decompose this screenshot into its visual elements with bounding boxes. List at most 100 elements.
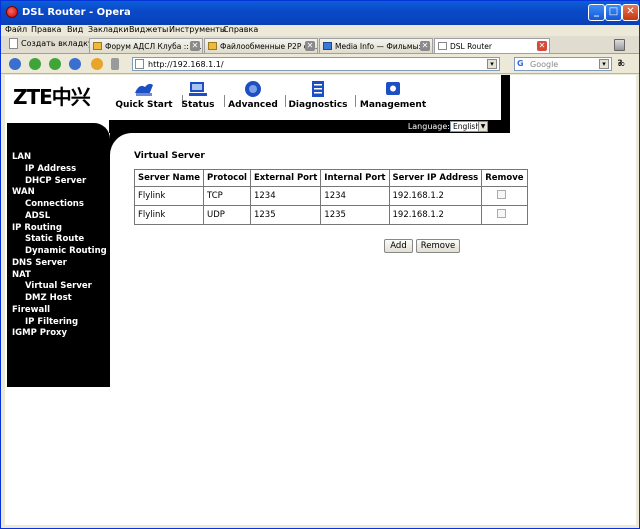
menu-item-edit[interactable]: Правка xyxy=(31,25,61,34)
close-window-button[interactable]: ✕ xyxy=(622,4,639,21)
address-field[interactable]: http://192.168.1.1/ ? ▾ xyxy=(132,57,623,71)
server-name-cell: Flylink xyxy=(133,186,205,206)
table-row: Flylink TCP 1234 1234 192.168.1.2 xyxy=(133,186,528,206)
tab-media-info[interactable]: Media Info — Фильмы: ... ✕ xyxy=(319,38,433,53)
sidebar-item-connections[interactable]: Connections xyxy=(25,199,84,209)
advanced-icon xyxy=(245,81,261,97)
opera-logo-icon xyxy=(6,6,18,18)
tab-label: DSL Router xyxy=(450,42,492,51)
internal-port-cell: 1234 xyxy=(320,186,390,206)
close-tab-icon[interactable]: ✕ xyxy=(420,41,430,51)
window-title: DSL Router - Opera xyxy=(22,7,131,18)
fast-forward-icon[interactable] xyxy=(69,58,81,70)
nav-management[interactable]: Management xyxy=(358,79,428,110)
sidebar-item-ip-filtering[interactable]: IP Filtering xyxy=(25,317,78,327)
glasses-icon[interactable]: ∞ xyxy=(617,59,625,70)
menu-item-tools[interactable]: Инструменты xyxy=(169,25,226,34)
navigation-bar: http://192.168.1.1/ ? ▾ G Google ▾ ∞ xyxy=(1,54,639,74)
menu-item-view[interactable]: Вид xyxy=(67,25,83,34)
minimize-button[interactable]: _ xyxy=(588,4,605,21)
virtual-server-table: Server Name Protocol External Port Inter… xyxy=(133,169,528,225)
address-dropdown-button[interactable]: ▾ xyxy=(487,59,497,69)
add-button[interactable]: Add xyxy=(384,239,413,253)
column-header: External Port xyxy=(249,169,322,187)
management-icon xyxy=(386,82,400,95)
nav-label: Management xyxy=(359,100,427,110)
tab-dsl-router[interactable]: DSL Router ✕ xyxy=(434,38,550,53)
column-header: Protocol xyxy=(203,169,251,187)
zte-logo: ZTE中兴 xyxy=(13,85,91,109)
close-tab-icon[interactable]: ✕ xyxy=(305,41,315,51)
sidebar-item-static-route[interactable]: Static Route xyxy=(25,234,84,244)
sidebar-item-nat[interactable]: NAT xyxy=(12,270,31,280)
sidebar-item-ip-address[interactable]: IP Address xyxy=(25,164,76,174)
menu-item-bookmarks[interactable]: Закладки xyxy=(88,25,128,34)
sidebar-item-dmz-host[interactable]: DMZ Host xyxy=(25,293,72,303)
server-ip-cell: 192.168.1.2 xyxy=(388,205,483,225)
close-tab-icon[interactable]: ✕ xyxy=(537,41,547,51)
remove-button[interactable]: Remove xyxy=(416,239,460,253)
rewind-icon[interactable] xyxy=(9,58,21,70)
site-icon xyxy=(323,42,332,50)
forward-icon[interactable] xyxy=(49,58,61,70)
nav-label: Advanced xyxy=(228,100,278,110)
remove-checkbox[interactable] xyxy=(497,209,507,218)
sidebar-item-firewall[interactable]: Firewall xyxy=(12,305,50,315)
edit-icon[interactable] xyxy=(111,58,119,70)
nav-diagnostics[interactable]: Diagnostics xyxy=(283,79,353,110)
external-port-cell: 1234 xyxy=(249,186,322,206)
browser-window: DSL Router - Opera _ □ ✕ Файл Правка Вид… xyxy=(0,0,640,529)
sidebar-item-lan[interactable]: LAN xyxy=(12,152,31,162)
search-placeholder: Google xyxy=(530,60,559,69)
remove-checkbox[interactable] xyxy=(497,190,507,199)
column-header: Server IP Address xyxy=(388,169,483,187)
new-tab-button[interactable]: Создать вкладку xyxy=(9,38,93,49)
reload-icon[interactable] xyxy=(91,58,103,70)
chevron-down-icon[interactable]: ▼ xyxy=(478,121,488,132)
back-icon[interactable] xyxy=(29,58,41,70)
remove-cell xyxy=(481,186,528,206)
menu-item-file[interactable]: Файл xyxy=(5,25,27,34)
tab-label: Media Info — Фильмы: ... xyxy=(335,42,431,51)
language-bar: Language: English ▼ xyxy=(109,120,510,133)
title-bar: DSL Router - Opera _ □ ✕ xyxy=(1,1,639,25)
nav-advanced[interactable]: Advanced xyxy=(218,79,288,110)
sidebar-item-ip-routing[interactable]: IP Routing xyxy=(12,223,62,233)
maximize-button[interactable]: □ xyxy=(605,4,622,21)
sidebar-item-dhcp-server[interactable]: DHCP Server xyxy=(25,176,86,186)
tab-bar: Создать вкладку Форум АДСЛ Клуба :: П...… xyxy=(1,36,639,54)
quick-start-icon xyxy=(135,83,153,96)
nav-divider xyxy=(355,95,356,107)
diagnostics-icon xyxy=(312,81,324,97)
sidebar-item-virtual-server[interactable]: Virtual Server xyxy=(25,281,92,291)
tab-p2p[interactable]: Файлообменные P2P се... ✕ xyxy=(204,38,318,53)
page-title: Virtual Server xyxy=(134,151,205,161)
sidebar-item-dns-server[interactable]: DNS Server xyxy=(12,258,67,268)
table-header-row: Server Name Protocol External Port Inter… xyxy=(133,169,528,187)
server-ip-cell: 192.168.1.2 xyxy=(388,186,483,206)
sidebar-item-wan[interactable]: WAN xyxy=(12,187,35,197)
page-icon xyxy=(438,42,447,50)
search-dropdown-button[interactable]: ▾ xyxy=(599,59,609,69)
sidebar-item-igmp-proxy[interactable]: IGMP Proxy xyxy=(12,328,67,338)
new-page-icon xyxy=(9,38,18,49)
column-header: Server Name xyxy=(133,169,205,187)
protocol-cell: UDP xyxy=(203,205,251,225)
router-page: ZTE中兴 Quick Start Status Advanced Diagno… xyxy=(5,75,636,525)
menu-item-widgets[interactable]: Виджеты xyxy=(129,25,168,34)
menu-item-help[interactable]: Справка xyxy=(223,25,258,34)
nav-label: Diagnostics xyxy=(288,100,348,110)
sidebar-item-dynamic-routing[interactable]: Dynamic Routing xyxy=(25,246,107,256)
folder-icon xyxy=(93,42,102,50)
table-row: Flylink UDP 1235 1235 192.168.1.2 xyxy=(133,205,528,225)
trash-icon[interactable] xyxy=(614,39,625,51)
close-tab-icon[interactable]: ✕ xyxy=(190,41,200,51)
external-port-cell: 1235 xyxy=(249,205,322,225)
google-icon: G xyxy=(517,59,524,68)
internal-port-cell: 1235 xyxy=(320,205,390,225)
url-text: http://192.168.1.1/ xyxy=(148,60,224,69)
tab-adsl-forum[interactable]: Форум АДСЛ Клуба :: П... ✕ xyxy=(89,38,203,53)
new-tab-label: Создать вкладку xyxy=(21,39,93,48)
sidebar-item-adsl[interactable]: ADSL xyxy=(25,211,50,221)
search-field[interactable]: G Google ▾ xyxy=(514,57,612,71)
